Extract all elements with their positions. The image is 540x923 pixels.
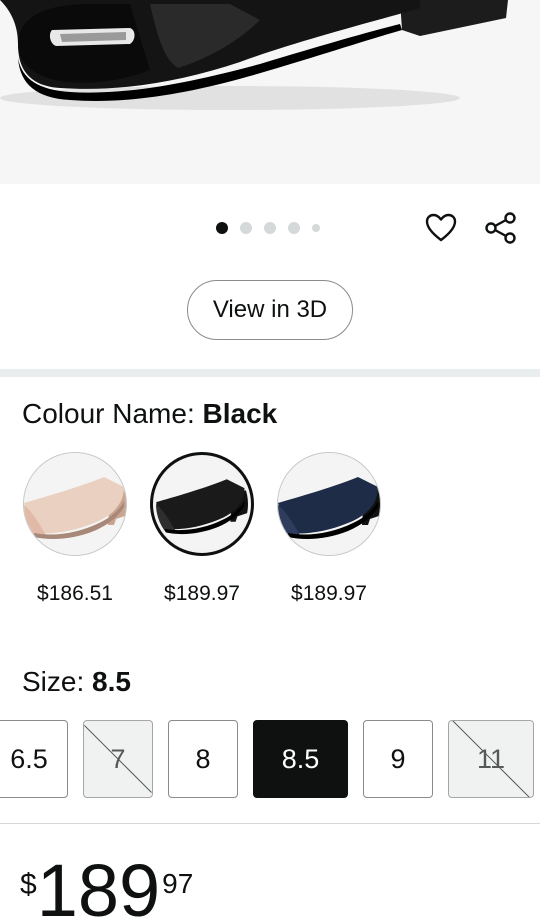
shoe-illustration (0, 0, 540, 184)
swatch-price-navy: $189.97 (291, 582, 367, 605)
view-in-3d-button[interactable]: View in 3D (187, 280, 353, 340)
size-option-6-5[interactable]: 6.5 (0, 720, 68, 798)
size-option-11[interactable]: 11 (448, 720, 534, 798)
share-icon (485, 212, 516, 244)
colour-swatch-black[interactable] (150, 452, 254, 556)
carousel-dot (312, 224, 320, 232)
carousel-dot-active (216, 222, 228, 234)
colour-name-label: Colour Name: Black (22, 398, 277, 430)
carousel-dot (240, 222, 252, 234)
price-whole: 189 (36, 849, 161, 923)
product-price: $ 189 97 (20, 842, 193, 923)
beige-shoe-thumbnail (24, 453, 126, 555)
size-option-9[interactable]: 9 (363, 720, 433, 798)
size-option-8-5[interactable]: 8.5 (253, 720, 348, 798)
share-button[interactable] (483, 210, 519, 246)
size-option-8[interactable]: 8 (168, 720, 238, 798)
size-option-label: 9 (390, 743, 406, 774)
carousel-dot (264, 222, 276, 234)
swatch-price-beige: $186.51 (37, 582, 113, 605)
size-option-label: 7 (110, 743, 126, 774)
size-label: Size: 8.5 (22, 666, 131, 698)
colour-swatch-navy[interactable] (277, 452, 381, 556)
navy-shoe-thumbnail (278, 453, 380, 555)
size-option-label: 6.5 (10, 743, 48, 774)
size-option-label: 8 (195, 743, 211, 774)
heart-icon (425, 213, 457, 242)
swatch-price-black: $189.97 (164, 582, 240, 605)
price-fraction: 97 (162, 868, 194, 899)
colour-selected-value: Black (202, 398, 278, 429)
size-option-label: 8.5 (281, 743, 320, 774)
black-shoe-thumbnail (156, 458, 248, 550)
section-divider (0, 369, 540, 377)
size-label-text: Size: (22, 666, 93, 697)
size-selected-value: 8.5 (92, 666, 131, 697)
product-image[interactable] (0, 0, 540, 184)
carousel-dot (288, 222, 300, 234)
price-currency-symbol: $ (20, 868, 37, 901)
carousel-indicator (216, 222, 320, 234)
colour-label-text: Colour Name: (22, 398, 203, 429)
size-option-label: 11 (476, 743, 506, 774)
wishlist-button[interactable] (423, 210, 459, 246)
size-option-7[interactable]: 7 (83, 720, 153, 798)
colour-swatch-beige[interactable] (23, 452, 127, 556)
price-divider (0, 823, 540, 824)
